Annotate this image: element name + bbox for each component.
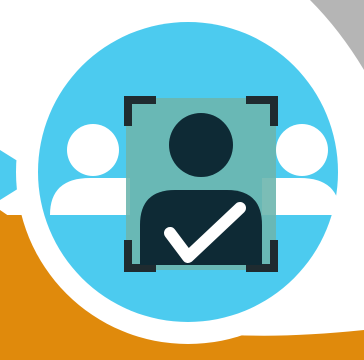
face-recognition-verified-icon: [0, 0, 364, 360]
